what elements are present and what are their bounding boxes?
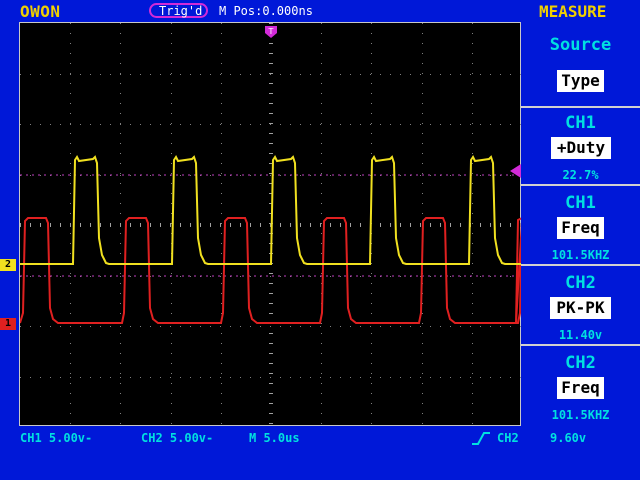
measure-value-1: 22.7% [562, 168, 599, 182]
panel-divider [521, 184, 640, 186]
measure-source-1: CH1 [565, 113, 596, 133]
panel-divider [521, 344, 640, 346]
measure-value-2: 101.5KHZ [551, 248, 610, 262]
measure-type-4[interactable]: Freq [557, 377, 604, 399]
trigger-level-readout: 9.60v [550, 431, 587, 445]
source-label: Source [549, 35, 612, 55]
panel-divider [521, 264, 640, 266]
panel-title: MEASURE [539, 2, 607, 21]
measure-type-3[interactable]: PK-PK [550, 297, 611, 319]
measure-type-2[interactable]: Freq [557, 217, 604, 239]
trigger-status: Trig'd [159, 4, 203, 18]
waveform-svg: T [20, 23, 522, 424]
main-position-readout: M Pos:0.000ns [219, 4, 313, 18]
svg-text:T: T [268, 27, 274, 36]
measure-panel: Source Type CH1 +Duty 22.7% CH1 Freq 101… [521, 22, 640, 426]
ch2-scale-readout: CH2 5.00v- [141, 431, 214, 445]
measure-type-1[interactable]: +Duty [551, 137, 611, 159]
trigger-level-marker[interactable] [510, 164, 521, 178]
trigger-position-marker[interactable]: T [265, 26, 277, 38]
ch1-scale-readout: CH1 5.00v- [20, 431, 93, 445]
measure-source-2: CH1 [565, 193, 596, 213]
type-button[interactable]: Type [557, 70, 604, 92]
trigger-source-readout: CH2 [497, 431, 519, 445]
rising-edge-icon [472, 432, 490, 445]
ch2-ground-marker[interactable]: 2 [0, 259, 16, 271]
measure-value-3: 11.40v [558, 328, 603, 342]
waveform-display[interactable]: T [19, 22, 522, 426]
ch1-ground-marker[interactable]: 1 [0, 318, 16, 330]
brand-logo: OWON [20, 2, 61, 21]
timebase-readout: M 5.0us [249, 431, 300, 445]
measure-value-4: 101.5KHZ [551, 408, 610, 422]
measure-source-4: CH2 [565, 353, 596, 373]
panel-divider [521, 106, 640, 108]
measure-source-3: CH2 [565, 273, 596, 293]
